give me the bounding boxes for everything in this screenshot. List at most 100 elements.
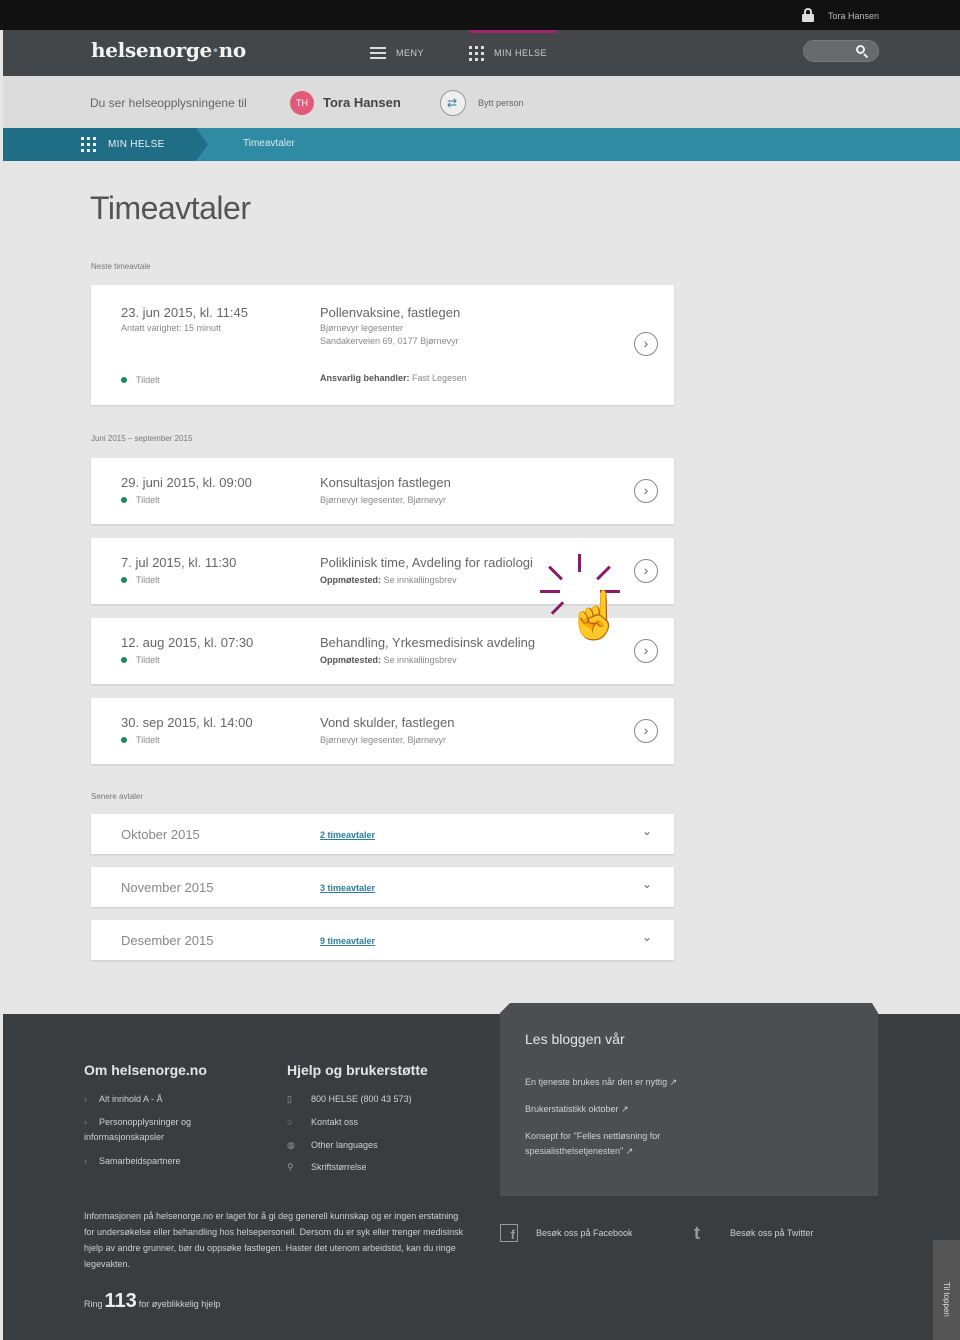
- appointment-card[interactable]: 7. jul 2015, kl. 11:30 Tildelt Poliklini…: [91, 538, 674, 604]
- speech-bubble-icon: ○: [287, 1117, 293, 1127]
- footer-link[interactable]: › Personopplysninger og informasjonskapsl…: [84, 1115, 244, 1145]
- blog-box: Les bloggen vår En tjeneste brukes når d…: [500, 1003, 878, 1196]
- grid-icon: [81, 137, 96, 152]
- status-badge: Tildelt: [121, 495, 160, 505]
- lock-icon: [802, 8, 814, 22]
- phone-icon: ▯: [287, 1094, 292, 1104]
- appointment-card[interactable]: 12. aug 2015, kl. 07:30 Tildelt Behandli…: [91, 618, 674, 684]
- next-appointment-card[interactable]: 23. jun 2015, kl. 11:45 Antatt varighet:…: [91, 285, 674, 405]
- month-count-link[interactable]: 9 timeavtaler: [320, 936, 375, 946]
- chevron-down-icon[interactable]: ⌄: [642, 824, 652, 838]
- hamburger-icon: [370, 47, 386, 59]
- twitter-icon: t: [694, 1223, 700, 1243]
- blog-link[interactable]: En tjeneste brukes når den er nyttig ↗: [525, 1075, 765, 1090]
- appointment-location: Oppmøtested: Se innkallingsbrev: [320, 655, 457, 665]
- status-badge: Tildelt: [121, 735, 160, 745]
- appointment-card[interactable]: 29. juni 2015, kl. 09:00 Tildelt Konsult…: [91, 458, 674, 524]
- languages-link[interactable]: ◍ Other languages: [287, 1138, 378, 1153]
- swap-icon: ⇄: [440, 90, 466, 116]
- chevron-right-icon[interactable]: ›: [634, 719, 658, 743]
- appointment-title: Vond skulder, fastlegen: [320, 715, 455, 730]
- month-row-december[interactable]: Desember 2015 9 timeavtaler ⌄: [91, 920, 674, 960]
- facebook-icon: f: [500, 1224, 518, 1242]
- appointment-date: 30. sep 2015, kl. 14:00: [121, 715, 253, 730]
- person-info-bar: Du ser helseopplysningene til TH Tora Ha…: [3, 76, 960, 128]
- chevron-down-icon[interactable]: ⌄: [642, 930, 652, 944]
- search-icon[interactable]: [856, 45, 869, 59]
- back-to-top-tab[interactable]: Til toppen: [933, 1240, 960, 1340]
- month-count-link[interactable]: 2 timeavtaler: [320, 830, 375, 840]
- month-name: November 2015: [121, 880, 214, 895]
- status-badge: Tildelt: [121, 655, 160, 665]
- minhelse-button[interactable]: MIN HELSE: [467, 30, 557, 83]
- twitter-link[interactable]: t Besøk oss på Twitter: [694, 1224, 813, 1242]
- range-label: Juni 2015 – september 2015: [91, 434, 193, 443]
- next-appointment-label: Neste timeavtale: [91, 262, 151, 271]
- appointment-title: Pollenvaksine, fastlegen: [320, 305, 461, 320]
- site-footer: Les bloggen vår En tjeneste brukes når d…: [3, 1003, 960, 1340]
- top-strip: Tora Hansen: [0, 0, 960, 30]
- appointment-location: Bjørnevyr legesenter, Bjørnevyr: [320, 735, 447, 745]
- appointment-location: Oppmøtested: Se innkallingsbrev: [320, 575, 457, 585]
- font-size-link[interactable]: ⚲ Skriftstørrelse: [287, 1160, 367, 1175]
- emergency-number: Ring 113 for øyeblikkelig hjelp: [84, 1290, 221, 1312]
- appointment-title: Behandling, Yrkesmedisinsk avdeling: [320, 635, 536, 650]
- site-header: helsenorge·no MENY MIN HELSE: [3, 30, 960, 83]
- switch-person-label: Bytt person: [478, 98, 524, 108]
- appointment-address: Sandakerveien 69, 0177 Bjørnevyr: [320, 336, 459, 346]
- chevron-down-icon[interactable]: ⌄: [642, 877, 652, 891]
- appointment-date: 12. aug 2015, kl. 07:30: [121, 635, 254, 650]
- help-title: Hjelp og brukerstøtte: [287, 1062, 428, 1078]
- about-title: Om helsenorge.no: [84, 1062, 207, 1078]
- month-name: Oktober 2015: [121, 827, 200, 842]
- footer-link[interactable]: › Alt innhold A - Å: [84, 1092, 163, 1107]
- month-row-october[interactable]: Oktober 2015 2 timeavtaler ⌄: [91, 814, 674, 854]
- logged-in-user[interactable]: Tora Hansen: [828, 11, 879, 21]
- month-name: Desember 2015: [121, 933, 214, 948]
- search-input[interactable]: [803, 40, 879, 62]
- chevron-right-icon[interactable]: ›: [634, 332, 658, 356]
- globe-icon: ◍: [287, 1140, 295, 1150]
- phone-link[interactable]: ▯ 800 HELSE (800 43 573): [287, 1092, 412, 1107]
- chevron-right-icon[interactable]: ›: [634, 479, 658, 503]
- blog-link[interactable]: Brukerstatistikk oktober ↗: [525, 1102, 705, 1117]
- grid-icon: [469, 45, 484, 61]
- zoom-icon: ⚲: [287, 1162, 294, 1172]
- appointment-date: 29. juni 2015, kl. 09:00: [121, 475, 252, 490]
- contact-link[interactable]: ○ Kontakt oss: [287, 1115, 358, 1130]
- breadcrumb-home-label: MIN HELSE: [108, 139, 165, 150]
- appointment-title: Poliklinisk time, Avdeling for radiologi: [320, 555, 533, 570]
- chevron-right-icon[interactable]: ›: [634, 639, 658, 663]
- chevron-right-icon: ›: [84, 1094, 87, 1104]
- chevron-right-icon[interactable]: ›: [634, 559, 658, 583]
- footer-link[interactable]: › Samarbeidspartnere: [84, 1154, 181, 1169]
- breadcrumb: MIN HELSE Timeavtaler: [3, 128, 960, 161]
- menu-label: MENY: [396, 48, 425, 58]
- responsible-clinician: Ansvarlig behandler: Fast Legesen: [320, 373, 467, 383]
- blog-link[interactable]: Konsept for "Felles nettløsning for spes…: [525, 1129, 700, 1159]
- person-name: Tora Hansen: [323, 95, 401, 110]
- breadcrumb-current: Timeavtaler: [243, 138, 295, 149]
- month-row-november[interactable]: November 2015 3 timeavtaler ⌄: [91, 867, 674, 907]
- breadcrumb-home[interactable]: MIN HELSE: [3, 128, 208, 161]
- appointment-location: Bjørnevyr legesenter, Bjørnevyr: [320, 495, 447, 505]
- month-count-link[interactable]: 3 timeavtaler: [320, 883, 375, 893]
- minhelse-label: MIN HELSE: [494, 48, 548, 58]
- appointment-card[interactable]: 30. sep 2015, kl. 14:00 Tildelt Vond sku…: [91, 698, 674, 764]
- later-appointments-label: Senere avtaler: [91, 792, 144, 801]
- switch-person-button[interactable]: ⇄ Bytt person: [440, 90, 540, 116]
- viewing-info-text: Du ser helseopplysningene til: [90, 96, 247, 110]
- chevron-right-icon: ›: [84, 1156, 87, 1166]
- page-title: Timeavtaler: [90, 190, 251, 226]
- appointment-date: 7. jul 2015, kl. 11:30: [121, 555, 237, 570]
- avatar: TH: [290, 91, 314, 115]
- appointment-duration: Antatt varighet: 15 minutt: [121, 323, 222, 333]
- chevron-right-icon: ›: [84, 1117, 87, 1127]
- disclaimer-text: Informasjonen på helsenorge.no er laget …: [84, 1211, 464, 1269]
- facebook-link[interactable]: f Besøk oss på Facebook: [500, 1224, 633, 1242]
- appointment-date: 23. jun 2015, kl. 11:45: [121, 305, 248, 320]
- site-logo[interactable]: helsenorge·no: [91, 38, 246, 62]
- menu-button[interactable]: MENY: [370, 44, 424, 62]
- status-badge: Tildelt: [121, 375, 160, 385]
- appointment-title: Konsultasjon fastlegen: [320, 475, 451, 490]
